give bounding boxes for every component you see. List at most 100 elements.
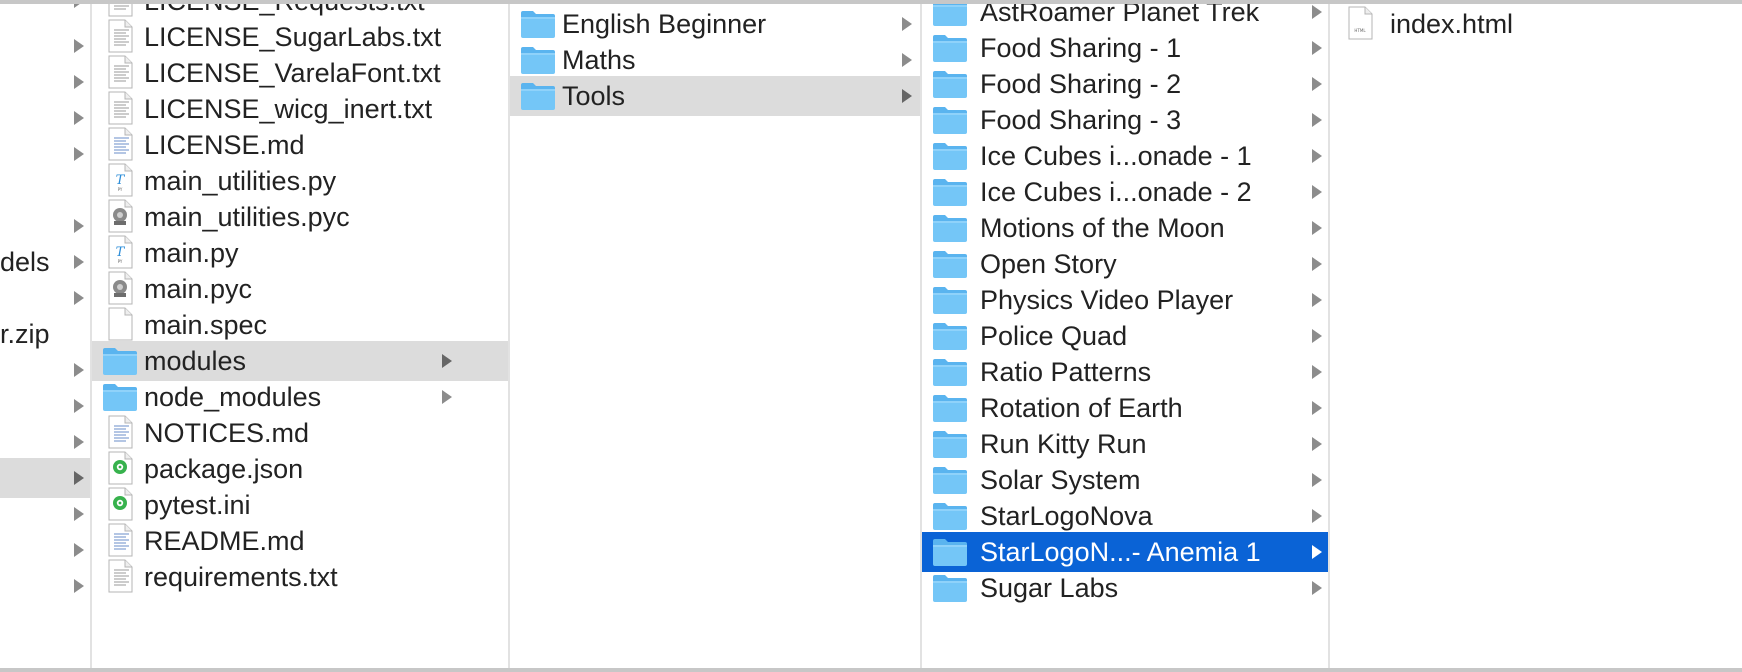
chevron-right-icon <box>1312 221 1322 235</box>
list-item[interactable]: Food Sharing - 2 <box>922 64 1328 104</box>
list-item-label: StarLogoN...- Anemia 1 <box>980 537 1261 567</box>
ini-file-icon <box>105 487 141 521</box>
list-item[interactable]: Physics Video Player <box>922 280 1328 320</box>
list-item[interactable]: main.spec <box>92 305 508 345</box>
list-item[interactable]: T PY main.py <box>92 233 508 273</box>
list-item[interactable]: T PY main_utilities.py <box>92 161 508 201</box>
list-item-label: English Beginner <box>562 9 767 39</box>
compiled-python-icon <box>105 271 141 305</box>
list-item[interactable] <box>0 422 90 462</box>
column-anemia[interactable]: HTML index.html <box>1330 4 1742 668</box>
folder-icon <box>102 346 138 376</box>
list-item[interactable]: LICENSE_wicg_inert.txt <box>92 89 508 129</box>
list-item[interactable]: LICENSE.md <box>92 125 508 165</box>
list-item[interactable] <box>0 134 90 174</box>
list-item[interactable]: StarLogoNova <box>922 496 1328 536</box>
svg-text:T: T <box>116 173 126 188</box>
svg-text:PY: PY <box>118 259 123 264</box>
list-item[interactable]: HTML index.html <box>1330 4 1742 44</box>
list-item-label: LICENSE_wicg_inert.txt <box>144 94 433 124</box>
list-item-label: dels <box>0 247 50 277</box>
chevron-right-icon <box>1312 149 1322 163</box>
list-item[interactable]: Solar System <box>922 460 1328 500</box>
list-item-partial[interactable]: r.zip <box>0 314 90 354</box>
text-file-icon <box>105 91 141 125</box>
folder-icon <box>520 9 556 39</box>
list-item[interactable]: Run Kitty Run <box>922 424 1328 464</box>
column-files[interactable]: LICENSE_Requests.txt LICENSE_SugarLabs.tx… <box>92 4 508 668</box>
list-item[interactable] <box>0 530 90 570</box>
list-item[interactable]: pytest.ini <box>92 485 508 525</box>
list-item[interactable]: Rotation of Earth <box>922 388 1328 428</box>
folder-icon <box>932 321 968 351</box>
list-item[interactable]: Food Sharing - 1 <box>922 28 1328 68</box>
list-item[interactable]: Ice Cubes i...onade - 2 <box>922 172 1328 212</box>
list-item[interactable] <box>0 494 90 534</box>
chevron-right-icon <box>1312 401 1322 415</box>
list-item[interactable] <box>0 386 90 426</box>
list-item-selected[interactable]: StarLogoN...- Anemia 1 <box>922 532 1328 572</box>
window-bottom-border <box>0 668 1742 672</box>
chevron-right-icon <box>1312 509 1322 523</box>
list-item[interactable]: Motions of the Moon <box>922 208 1328 248</box>
list-item[interactable]: Food Sharing - 3 <box>922 100 1328 140</box>
list-item[interactable]: node_modules <box>92 377 508 417</box>
list-item[interactable]: Ratio Patterns <box>922 352 1328 392</box>
svg-text:PY: PY <box>118 187 123 192</box>
column-parent[interactable]: dels r.zip <box>0 4 90 668</box>
markdown-file-icon <box>105 415 141 449</box>
list-item[interactable] <box>0 350 90 390</box>
list-item[interactable]: NOTICES.md <box>92 413 508 453</box>
list-item[interactable]: Open Story <box>922 244 1328 284</box>
list-item-partial[interactable]: dels <box>0 242 90 282</box>
list-item[interactable] <box>0 62 90 102</box>
list-item[interactable]: Ice Cubes i...onade - 1 <box>922 136 1328 176</box>
list-item[interactable]: README.md <box>92 521 508 561</box>
list-item[interactable] <box>0 566 90 606</box>
list-item-selected[interactable]: Tools <box>510 76 920 116</box>
list-item-label: Solar System <box>980 465 1141 495</box>
list-item[interactable]: package.json <box>92 449 508 489</box>
list-item[interactable]: main_utilities.pyc <box>92 197 508 237</box>
column-modules[interactable]: English Beginner Maths Tools <box>510 4 920 668</box>
list-item[interactable] <box>0 26 90 66</box>
list-item[interactable]: Maths <box>510 40 920 80</box>
chevron-right-icon <box>1312 185 1322 199</box>
text-file-icon <box>105 4 141 17</box>
list-item-label: README.md <box>144 526 305 556</box>
list-item-label: Police Quad <box>980 321 1128 351</box>
list-item-label: pytest.ini <box>144 490 251 520</box>
list-item-label: Open Story <box>980 249 1117 279</box>
list-item-selected[interactable]: modules <box>92 341 508 381</box>
list-item-label: node_modules <box>144 382 322 412</box>
folder-icon <box>932 285 968 315</box>
list-item-label: LICENSE_SugarLabs.txt <box>144 22 442 52</box>
list-item[interactable]: Sugar Labs <box>922 568 1328 608</box>
list-item-label: r.zip <box>0 319 50 349</box>
list-item[interactable] <box>0 98 90 138</box>
list-item-label: Ice Cubes i...onade - 1 <box>980 141 1252 171</box>
list-item[interactable]: main.pyc <box>92 269 508 309</box>
list-item[interactable]: LICENSE_SugarLabs.txt <box>92 17 508 57</box>
list-item[interactable] <box>0 4 90 21</box>
python-file-icon: T PY <box>105 235 141 269</box>
list-item[interactable]: English Beginner <box>510 4 920 44</box>
list-item-selected[interactable] <box>0 458 90 498</box>
list-item[interactable]: LICENSE_VarelaFont.txt <box>92 53 508 93</box>
svg-text:T: T <box>116 245 126 260</box>
list-item-label: Sugar Labs <box>980 573 1119 603</box>
list-item-label: StarLogoNova <box>980 501 1153 531</box>
folder-icon <box>932 429 968 459</box>
list-item[interactable] <box>0 206 90 246</box>
chevron-right-icon <box>442 354 452 368</box>
list-item[interactable] <box>0 278 90 318</box>
chevron-right-icon <box>1312 113 1322 127</box>
column-tools[interactable]: AstRoamer Planet Trek Food Sharing - 1 Foo… <box>922 4 1328 668</box>
list-item-label: LICENSE_VarelaFont.txt <box>144 58 441 88</box>
folder-icon <box>932 573 968 603</box>
list-item-label: main_utilities.pyc <box>144 202 350 232</box>
list-item-label: Physics Video Player <box>980 285 1234 315</box>
markdown-file-icon <box>105 127 141 161</box>
list-item[interactable]: requirements.txt <box>92 557 508 597</box>
list-item[interactable]: Police Quad <box>922 316 1328 356</box>
